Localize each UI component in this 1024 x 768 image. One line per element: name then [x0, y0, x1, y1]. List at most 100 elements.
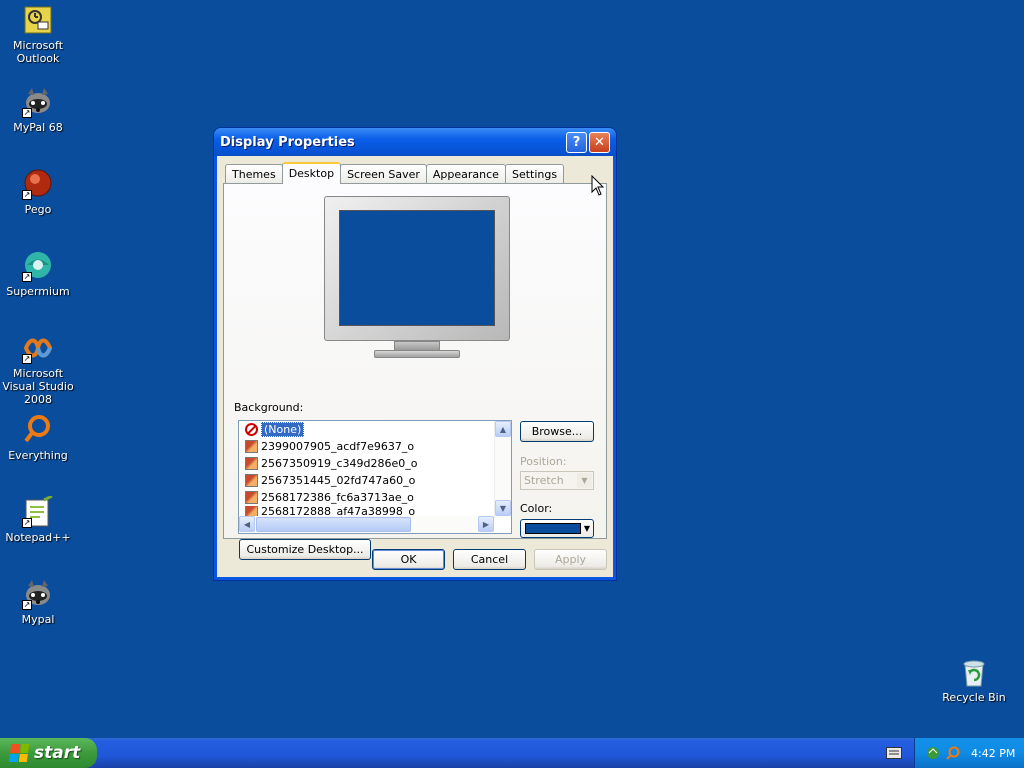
desktop-icon-label: Mypal	[21, 613, 55, 626]
desktop-icon-label: Notepad++	[5, 531, 71, 544]
list-item-label: 2567351445_02fd747a60_o	[261, 474, 416, 487]
desktop-icon-recycle-bin[interactable]: Recycle Bin	[936, 656, 1012, 704]
dialog-body: Themes Desktop Screen Saver Appearance S…	[217, 156, 613, 577]
list-item[interactable]: 2568172386_fc6a3713ae_o	[239, 489, 511, 506]
list-item[interactable]: (None)	[239, 421, 511, 438]
desktop-icon-mypal[interactable]: ↗ Mypal	[0, 578, 76, 626]
pego-icon: ↗	[22, 168, 54, 200]
desktop-icon-supermium[interactable]: ↗ Supermium	[0, 250, 76, 298]
list-item-label: (None)	[261, 422, 305, 437]
list-item[interactable]: 2568172888_af47a38998_o	[239, 506, 511, 516]
none-icon	[245, 423, 258, 436]
background-label: Background:	[234, 401, 304, 414]
desktop-icon-label: Recycle Bin	[942, 691, 1006, 704]
shortcut-arrow-icon: ↗	[22, 190, 32, 200]
raccoon-icon: ↗	[22, 578, 54, 610]
vertical-scrollbar[interactable]: ▲ ▼	[494, 421, 511, 518]
horizontal-scroll-thumb[interactable]	[256, 517, 411, 532]
display-properties-dialog: Display Properties ? ✕ Themes Desktop Sc…	[214, 128, 616, 580]
system-tray: 4:42 PM	[914, 738, 1024, 768]
list-item[interactable]: 2567350919_c349d286e0_o	[239, 455, 511, 472]
network-icon[interactable]	[925, 745, 941, 761]
desktop-icon-label: Everything	[8, 449, 68, 462]
search-icon	[22, 414, 54, 446]
image-file-icon	[245, 457, 258, 470]
monitor-screen	[339, 210, 495, 326]
tab-settings[interactable]: Settings	[504, 164, 565, 184]
scroll-right-icon[interactable]: ▶	[478, 516, 494, 532]
start-label: start	[34, 743, 81, 763]
list-item-label: 2568172386_fc6a3713ae_o	[261, 491, 414, 504]
desktop-icon-everything[interactable]: Everything	[0, 414, 76, 462]
list-item[interactable]: 2567351445_02fd747a60_o	[239, 472, 511, 489]
shortcut-arrow-icon: ↗	[22, 108, 32, 118]
shortcut-arrow-icon: ↗	[22, 600, 32, 610]
image-file-icon	[245, 440, 258, 453]
list-item-label: 2399007905_acdf7e9637_o	[261, 440, 415, 453]
position-select[interactable]: Stretch ▼	[520, 471, 594, 490]
background-listbox[interactable]: (None) 2399007905_acdf7e9637_o 256735091…	[238, 420, 512, 534]
position-label: Position:	[520, 455, 567, 468]
color-picker-button[interactable]: ▼	[520, 519, 594, 538]
raccoon-icon: ↗	[22, 86, 54, 118]
cancel-button[interactable]: Cancel	[453, 549, 526, 570]
tab-strip: Themes Desktop Screen Saver Appearance S…	[225, 162, 565, 184]
color-label: Color:	[520, 502, 553, 515]
list-item-label: 2567350919_c349d286e0_o	[261, 457, 418, 470]
dialog-titlebar[interactable]: Display Properties ? ✕	[214, 128, 616, 156]
clock[interactable]: 4:42 PM	[971, 747, 1015, 760]
chevron-down-icon: ▼	[583, 524, 590, 533]
desktop-icon-outlook[interactable]: Microsoft Outlook	[0, 4, 76, 65]
windows-logo-icon	[8, 744, 30, 762]
shortcut-arrow-icon: ↗	[22, 272, 32, 282]
search-icon[interactable]	[945, 745, 961, 761]
apply-button[interactable]: Apply	[534, 549, 607, 570]
tab-desktop[interactable]: Desktop	[281, 162, 342, 184]
shortcut-arrow-icon: ↗	[22, 518, 32, 528]
desktop-icon-visual-studio[interactable]: ↗ Microsoft Visual Studio 2008	[0, 332, 76, 406]
outlook-icon	[22, 4, 54, 36]
visual-studio-icon: ↗	[22, 332, 54, 364]
image-file-icon	[245, 506, 258, 516]
desktop-icon-label: Microsoft Visual Studio 2008	[2, 367, 74, 406]
desktop-icon-label: Pego	[24, 203, 52, 216]
mouse-cursor-icon	[591, 175, 605, 196]
keyboard-icon[interactable]	[886, 747, 902, 759]
image-file-icon	[245, 474, 258, 487]
tab-appearance[interactable]: Appearance	[425, 164, 506, 184]
help-button[interactable]: ?	[566, 131, 587, 153]
close-button[interactable]: ✕	[589, 131, 610, 153]
desktop-icon-label: Supermium	[6, 285, 70, 298]
color-swatch	[525, 523, 581, 534]
taskbar: start 4:42 PM	[0, 738, 1024, 768]
monitor-bezel	[324, 196, 510, 341]
desktop-icon-notepadpp[interactable]: ↗ Notepad++	[0, 494, 76, 544]
position-value: Stretch	[524, 474, 564, 487]
notepad-icon: ↗	[22, 494, 54, 528]
desktop-icon-pego[interactable]: ↗ Pego	[0, 168, 76, 216]
desktop-icon-label: MyPal 68	[13, 121, 63, 134]
start-button[interactable]: start	[0, 738, 97, 768]
monitor-base	[374, 350, 460, 358]
browse-button[interactable]: Browse...	[520, 421, 594, 442]
supermium-icon: ↗	[22, 250, 54, 282]
scroll-down-icon[interactable]: ▼	[495, 500, 511, 516]
desktop-icon-mypal68[interactable]: ↗ MyPal 68	[0, 86, 76, 134]
scroll-left-icon[interactable]: ◀	[239, 516, 255, 532]
tab-themes[interactable]: Themes	[225, 164, 283, 184]
horizontal-scrollbar[interactable]: ◀ ▶	[239, 516, 494, 533]
customize-desktop-button[interactable]: Customize Desktop...	[239, 539, 371, 560]
desktop-icon-label: Microsoft Outlook	[12, 39, 64, 65]
ok-button[interactable]: OK	[372, 549, 445, 570]
monitor-preview	[322, 194, 512, 364]
image-file-icon	[245, 491, 258, 504]
shortcut-arrow-icon: ↗	[22, 354, 32, 364]
chevron-down-icon: ▼	[577, 473, 592, 488]
scroll-up-icon[interactable]: ▲	[495, 421, 511, 437]
tab-screen-saver[interactable]: Screen Saver	[340, 164, 427, 184]
recycle-bin-icon	[958, 656, 990, 688]
dialog-title: Display Properties	[220, 134, 355, 150]
list-item-label: 2568172888_af47a38998_o	[261, 506, 416, 516]
desktop-tab-panel: Background: (None) 2399007905_acdf7e9637…	[223, 183, 607, 560]
list-item[interactable]: 2399007905_acdf7e9637_o	[239, 438, 511, 455]
